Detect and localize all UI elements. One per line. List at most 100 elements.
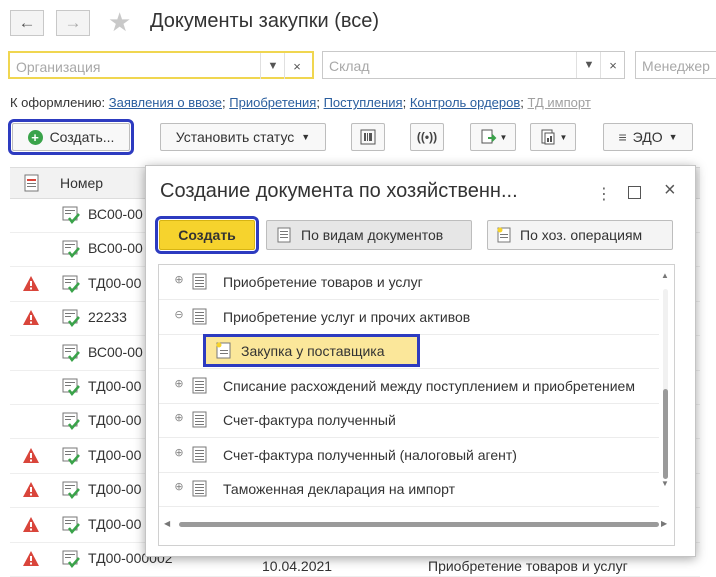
scroll-down-icon[interactable]: ▼	[661, 479, 669, 488]
vertical-scroll-thumb[interactable]	[663, 389, 668, 479]
posted-document-icon	[62, 516, 80, 534]
warning-icon	[23, 551, 39, 566]
posted-document-icon	[62, 275, 80, 293]
document-icon	[192, 446, 207, 462]
posted-document-icon	[62, 412, 80, 431]
dropdown-arrow-icon: ▼	[668, 132, 678, 142]
create-based-on-button[interactable]: ▼	[470, 123, 516, 151]
expand-icon[interactable]: ⊕	[174, 447, 184, 458]
tree-item[interactable]: ⊖ Приобретение услуг и прочих активов	[159, 300, 659, 335]
horizontal-scroll-thumb[interactable]	[179, 522, 659, 527]
warning-icon	[23, 275, 39, 291]
edo-label: ЭДО	[632, 129, 663, 145]
expand-icon[interactable]: ⊕	[174, 482, 184, 493]
warning-icon	[23, 482, 39, 498]
operation-document-icon	[497, 227, 511, 243]
tab-by-business-operations-label: По хоз. операциям	[520, 227, 643, 243]
vertical-scroll-track[interactable]	[663, 289, 668, 479]
column-header-number[interactable]: Номер	[60, 175, 103, 191]
collapse-icon[interactable]: ⊖	[174, 309, 184, 320]
clear-icon[interactable]: ×	[600, 52, 625, 78]
arrow-right-icon: →	[64, 13, 82, 32]
link-acquisitions[interactable]: Приобретения	[229, 95, 316, 110]
favorite-star-icon[interactable]: ★	[108, 7, 131, 38]
tab-by-document-types[interactable]: По видам документов	[266, 220, 472, 250]
to-process-links: К оформлению: Заявления о ввозе; Приобре…	[10, 95, 591, 110]
posted-document-icon	[62, 550, 80, 568]
last-row-date: 10.04.2021	[262, 558, 333, 574]
report-icon	[541, 129, 555, 145]
print-barcode-button[interactable]	[351, 123, 385, 151]
maximize-icon[interactable]	[628, 186, 641, 199]
close-icon[interactable]: ×	[664, 179, 676, 202]
create-button-label: Создать...	[49, 129, 115, 145]
warning-icon	[23, 516, 39, 532]
warehouse-field[interactable]: Склад ▼ ×	[322, 51, 625, 79]
scroll-up-icon[interactable]: ▲	[661, 271, 669, 280]
tree-item[interactable]: ⊕ Таможенная декларация на импорт	[159, 472, 659, 507]
tree-item-label: Списание расхождений между поступлением …	[223, 377, 635, 394]
document-icon	[192, 377, 207, 393]
tree-item[interactable]: ⊕ Счет-фактура полученный (налоговый аген…	[159, 438, 659, 473]
document-number: ТД00-00	[88, 515, 142, 532]
manager-placeholder: Менеджер	[642, 58, 710, 74]
dropdown-arrow-icon: ▼	[559, 132, 568, 142]
manager-field[interactable]: Менеджер	[635, 51, 716, 79]
document-arrow-icon	[481, 129, 496, 144]
chevron-down-icon[interactable]: ▼	[260, 53, 285, 79]
tree-item-label: Приобретение товаров и услуг	[223, 274, 423, 290]
links-prefix: К оформлению:	[10, 95, 106, 110]
tree-item-label: Приобретение услуг и прочих активов	[223, 308, 471, 325]
warehouse-placeholder: Склад	[329, 58, 370, 74]
tab-by-business-operations[interactable]: По хоз. операциям	[487, 220, 673, 250]
document-number: ВС00-00	[88, 240, 143, 257]
back-button[interactable]: ←	[10, 10, 44, 36]
posted-document-icon	[62, 378, 80, 396]
tree-item[interactable]: ⊕ Списание расхождений между поступлением…	[159, 369, 659, 404]
edo-button[interactable]: ≡ ЭДО ▼	[603, 123, 693, 151]
tree-item[interactable]: Закупка у поставщика	[159, 334, 659, 369]
plus-circle-icon: +	[27, 129, 43, 145]
warning-icon	[23, 310, 39, 326]
reports-button[interactable]: ▼	[530, 123, 576, 151]
dialog-title: Создание документа по хозяйственн...	[160, 180, 518, 202]
organization-placeholder: Организация	[16, 59, 101, 75]
broadcast-icon: ((•))	[416, 130, 438, 144]
forward-button[interactable]: →	[56, 10, 90, 36]
create-button[interactable]: + Создать...	[8, 119, 134, 155]
clear-icon[interactable]: ×	[284, 53, 309, 79]
scroll-left-icon[interactable]: ◀	[164, 519, 170, 528]
warning-icon	[23, 447, 39, 463]
barcode-icon	[360, 129, 376, 145]
arrow-left-icon: ←	[18, 13, 36, 32]
operation-document-icon	[216, 342, 231, 359]
posted-document-icon	[62, 309, 80, 328]
link-receipts[interactable]: Поступления	[324, 95, 403, 110]
more-menu-icon[interactable]: ⋮	[596, 184, 612, 204]
scroll-right-icon[interactable]: ▶	[661, 519, 667, 528]
document-number: ВС00-00	[88, 206, 143, 222]
edo-icon: ≡	[618, 129, 627, 145]
document-number: ТД00-00	[88, 378, 142, 394]
expand-icon[interactable]: ⊕	[174, 275, 184, 286]
document-icon	[192, 308, 207, 324]
operations-tree: ⊕ Приобретение товаров и услуг ⊖ Приобретен…	[158, 264, 675, 546]
dialog-create-button[interactable]: Создать	[155, 216, 259, 254]
tree-item[interactable]: ⊕ Приобретение товаров и услуг	[159, 265, 659, 300]
document-number: ТД00-00	[88, 481, 142, 498]
link-import-applications[interactable]: Заявления о ввозе	[109, 95, 222, 110]
tree-item-label: Закупка у поставщика	[241, 343, 385, 359]
expand-icon[interactable]: ⊕	[174, 413, 184, 424]
posted-document-icon	[62, 344, 80, 362]
organization-field[interactable]: Организация ▼ ×	[8, 51, 314, 79]
posted-document-icon	[62, 206, 80, 224]
posted-document-icon	[62, 447, 80, 465]
tree-item[interactable]: ⊕ Счет-фактура полученный	[159, 403, 659, 438]
signal-button[interactable]: ((•))	[410, 123, 444, 151]
expand-icon[interactable]: ⊕	[174, 378, 184, 389]
chevron-down-icon[interactable]: ▼	[576, 52, 601, 78]
document-icon	[277, 227, 291, 243]
link-td-import[interactable]: ТД импорт	[528, 95, 591, 110]
set-status-button[interactable]: Установить статус ▼	[160, 123, 326, 151]
link-order-control[interactable]: Контроль ордеров	[410, 95, 520, 110]
